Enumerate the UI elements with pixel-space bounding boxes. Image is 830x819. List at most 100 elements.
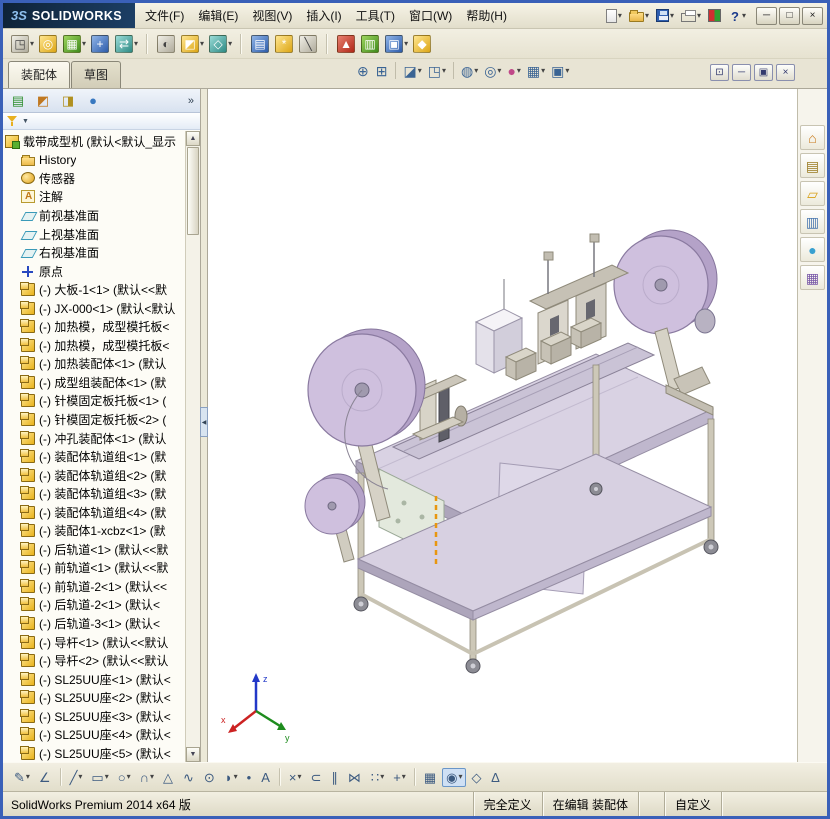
menu-item[interactable]: 工具(T) — [349, 4, 402, 27]
configurationmanager-tab[interactable]: ◨ — [56, 91, 80, 111]
appearances-tab[interactable]: ● — [800, 237, 825, 262]
propertymanager-tab[interactable]: ◩ — [31, 91, 55, 111]
separator[interactable] — [235, 32, 248, 56]
linear-sketch-pattern-button[interactable]: ∷ ▾ — [367, 768, 388, 787]
tree-item[interactable]: (-) 后轨道<1> (默认<<默 — [5, 540, 184, 559]
maximize-button[interactable]: □ — [779, 6, 800, 25]
collapse-panel-arrow-icon[interactable]: ◀ — [200, 407, 208, 437]
rapid-sketch-button[interactable]: ◇ — [467, 768, 486, 787]
tree-item[interactable]: (-) SL25UU座<1> (默认< — [5, 670, 184, 689]
move-component-button[interactable]: ⇄ ▾ — [113, 33, 140, 55]
view-palette-tab[interactable]: ▥ — [800, 209, 825, 234]
new-document-button[interactable]: ▾ — [604, 8, 624, 24]
tree-scrollbar[interactable]: ▲ ▼ — [185, 131, 200, 762]
smart-dimension-button[interactable]: ∠ — [35, 768, 56, 787]
tree-item[interactable]: (-) 加热装配体<1> (默认 — [5, 355, 184, 374]
minimize-button[interactable]: ─ — [756, 6, 777, 25]
sketch-button[interactable]: ✎ ▾ — [10, 768, 34, 787]
tree-item[interactable]: (-) 针模固定板托板<1> ( — [5, 392, 184, 411]
tree-item[interactable]: History — [5, 151, 184, 170]
view-orientation-button[interactable]: ◳ ▾ — [426, 63, 448, 79]
tree-item[interactable]: (-) 装配体轨道组<4> (默 — [5, 503, 184, 522]
machine-3d-model[interactable]: z x y — [208, 89, 796, 762]
tab-assembly[interactable]: 装配体 — [8, 61, 71, 88]
polygon-button[interactable]: △ — [159, 768, 178, 787]
tree-item[interactable]: (-) 导杆<1> (默认<<默认 — [5, 633, 184, 652]
tree-item[interactable]: (-) 装配体轨道组<1> (默 — [5, 447, 184, 466]
motion-study-button[interactable]: ▣ ▾ — [383, 33, 410, 55]
graphics-viewport[interactable]: z x y — [208, 89, 797, 762]
zoom-to-area-button[interactable]: ⊞ — [374, 63, 391, 79]
close-button[interactable]: × — [802, 6, 823, 25]
trim-entities-button[interactable]: × ▾ — [285, 768, 306, 787]
displaymanager-tab[interactable]: ● — [81, 91, 105, 111]
menu-item[interactable]: 插入(I) — [299, 4, 348, 27]
panel-splitter[interactable]: ◀ — [200, 89, 208, 762]
sketch-snaps-button[interactable]: ◉ ▾ — [442, 767, 467, 787]
save-button[interactable]: ▾ — [654, 8, 676, 23]
linear-component-pattern-button[interactable]: ▦ ▾ — [61, 33, 88, 55]
tree-item[interactable]: (-) SL25UU座<3> (默认< — [5, 707, 184, 726]
tree-item[interactable]: (-) 后轨道-2<1> (默认< — [5, 596, 184, 615]
doc-pin-button[interactable]: ⊡ — [710, 64, 729, 81]
tape-reel-lower[interactable] — [304, 473, 366, 563]
menu-item[interactable]: 帮助(H) — [459, 4, 514, 27]
hide-show-items-button[interactable]: ◎ ▾ — [482, 63, 503, 79]
convert-entities-button[interactable]: ⊂ — [307, 768, 327, 787]
tree-item[interactable]: 右视基准面 — [5, 243, 184, 262]
insert-components-button[interactable]: ◳ ▾ — [9, 33, 36, 55]
ellipse-button[interactable]: ⊙ — [200, 768, 220, 787]
rectangle-button[interactable]: ▭ ▾ — [87, 768, 112, 787]
tree-item[interactable]: (-) SL25UU座<5> (默认< — [5, 744, 184, 762]
featuremanager-tree-tab[interactable]: ▤ — [6, 91, 30, 111]
assembly-features-button[interactable]: ◩ ▾ — [179, 33, 206, 55]
display-grid-button[interactable]: ▦ — [420, 768, 441, 787]
explode-line-sketch-button[interactable]: ╲ — [297, 33, 320, 55]
offset-entities-button[interactable]: ∥ — [327, 768, 343, 787]
tree-item[interactable]: (-) 前轨道<1> (默认<<默 — [5, 559, 184, 578]
exploded-view-button[interactable]: * — [273, 33, 296, 55]
apply-scene-button[interactable]: ▦ ▾ — [525, 63, 547, 79]
custom-properties-tab[interactable]: ▦ — [800, 265, 825, 290]
show-hidden-components-button[interactable]: ◐ — [155, 33, 178, 55]
tree-item[interactable]: (-) 成型组装配体<1> (默 — [5, 373, 184, 392]
mirror-entities-button[interactable]: ⋈ — [344, 768, 366, 787]
spline-button[interactable]: ∿ — [179, 768, 199, 787]
menu-item[interactable]: 视图(V) — [245, 4, 299, 27]
menu-item[interactable]: 文件(F) — [138, 4, 191, 27]
tree-item[interactable]: (-) JX-000<1> (默认<默认 — [5, 299, 184, 318]
interference-detection-button[interactable]: ▲ — [335, 33, 358, 55]
separator[interactable] — [413, 768, 416, 786]
arc-button[interactable]: ∩ ▾ — [136, 768, 158, 787]
color-swatch-button[interactable] — [706, 8, 724, 23]
separator[interactable] — [59, 768, 62, 786]
instant-3d-button[interactable]: ◆ — [411, 33, 434, 55]
tree-item[interactable]: 传感器 — [5, 169, 184, 188]
reference-geometry-button[interactable]: ◇ ▾ — [207, 33, 234, 55]
view-settings-button[interactable]: ▣ ▾ — [549, 63, 571, 79]
tree-item[interactable]: (-) 冲孔装配体<1> (默认 — [5, 429, 184, 448]
menu-item[interactable]: 窗口(W) — [402, 4, 459, 27]
tree-item[interactable]: (-) 加热模，成型模托板< — [5, 336, 184, 355]
tree-item[interactable]: (-) 后轨道-3<1> (默认< — [5, 614, 184, 633]
tree-item[interactable]: (-) 大板-1<1> (默认<<默 — [5, 280, 184, 299]
menu-item[interactable]: 编辑(E) — [191, 4, 245, 27]
tab-sketch[interactable]: 草图 — [71, 61, 122, 88]
tree-item[interactable]: (-) 装配体轨道组<2> (默 — [5, 466, 184, 485]
tree-item[interactable]: (-) 针模固定板托板<2> ( — [5, 410, 184, 429]
solidworks-resources-tab[interactable]: ⌂ — [800, 125, 825, 150]
tree-item[interactable]: 注解 — [5, 188, 184, 207]
scroll-thumb[interactable] — [187, 147, 199, 235]
point-button[interactable]: • — [243, 768, 257, 787]
doc-minimize-button[interactable]: ─ — [732, 64, 751, 81]
scroll-down-button[interactable]: ▼ — [186, 747, 200, 762]
print-button[interactable]: ▾ — [679, 8, 703, 23]
circle-button[interactable]: ○ ▾ — [114, 768, 135, 787]
move-entities-button[interactable]: + ▾ — [389, 768, 410, 787]
tree-item[interactable]: (-) 导杆<2> (默认<<默认 — [5, 651, 184, 670]
scroll-up-button[interactable]: ▲ — [186, 131, 200, 146]
bill-of-materials-button[interactable]: ▤ — [249, 33, 272, 55]
tree-item[interactable]: 上视基准面 — [5, 225, 184, 244]
instant-2d-button[interactable]: ∆ — [487, 768, 504, 787]
text-button[interactable]: A — [257, 768, 275, 787]
